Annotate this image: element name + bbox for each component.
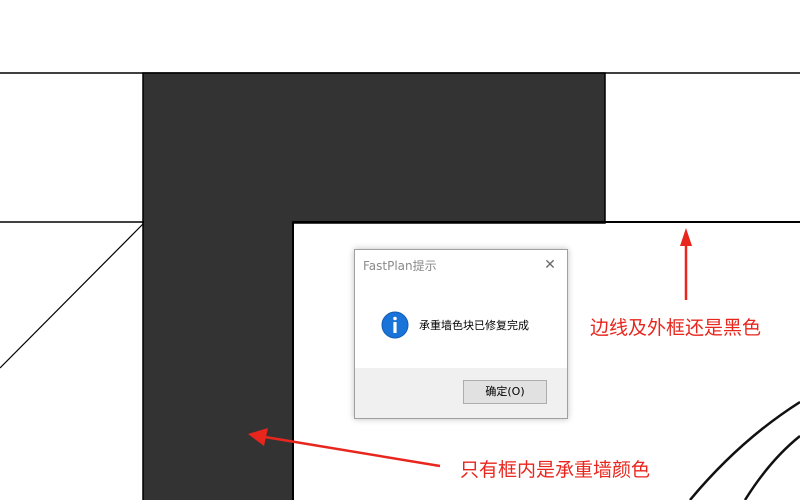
border-note-label: 边线及外框还是黑色 (590, 317, 762, 339)
fill-note-label: 只有框内是承重墙颜色 (460, 459, 651, 481)
close-icon[interactable]: ✕ (539, 254, 561, 276)
dialog-title: FastPlan提示 (363, 259, 437, 273)
dialog-message: 承重墙色块已修复完成 (419, 319, 529, 332)
dialog-titlebar[interactable]: FastPlan提示 ✕ (355, 250, 567, 280)
diagonal-line (0, 223, 144, 369)
annotation-arrow-up-head (680, 228, 692, 246)
load-bearing-wall-left (142, 221, 294, 503)
arc-inner (743, 435, 800, 501)
wall-seam-fill (144, 200, 292, 240)
dialog-footer: 确定(O) (355, 368, 567, 418)
ok-button[interactable]: 确定(O) (463, 380, 547, 404)
message-dialog: FastPlan提示 ✕ 承重墙色块已修复完成 确定(O) (354, 249, 568, 419)
info-icon (381, 311, 409, 339)
dialog-body: 承重墙色块已修复完成 (355, 280, 567, 368)
